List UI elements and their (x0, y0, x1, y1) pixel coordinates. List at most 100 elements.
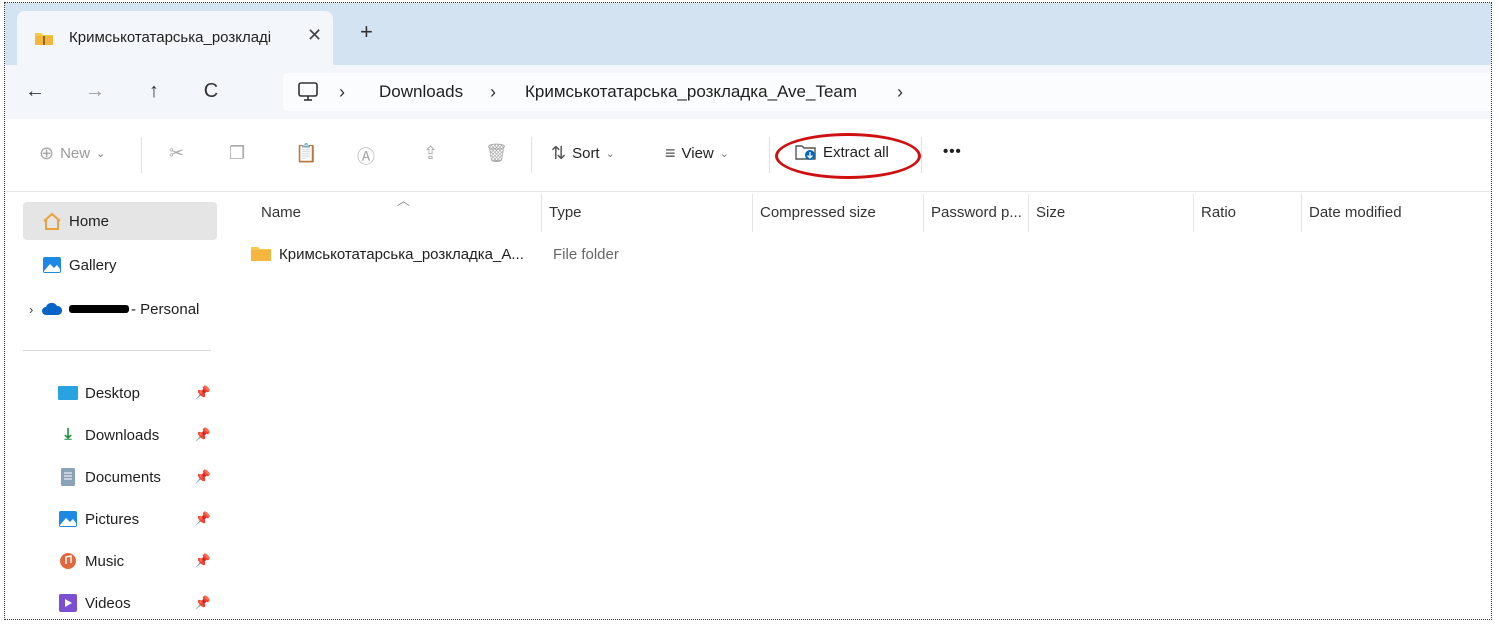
column-divider[interactable] (752, 194, 753, 232)
new-button[interactable]: ⊕ New ⌄ (39, 143, 105, 164)
column-header-password[interactable]: Password p... (931, 204, 1022, 221)
sidebar-item-downloads[interactable]: ⤓ Downloads 📌 (23, 416, 217, 454)
divider (921, 137, 922, 173)
download-icon: ⤓ (64, 426, 72, 443)
breadcrumb-current-folder[interactable]: Кримськотатарська_розкладка_Ave_Team (525, 82, 857, 102)
pin-icon[interactable]: 📌 (195, 553, 211, 569)
column-divider[interactable] (1193, 194, 1194, 232)
sidebar-item-pictures[interactable]: Pictures 📌 (23, 500, 217, 538)
delete-button[interactable]: 🗑 (485, 143, 508, 164)
column-header-ratio[interactable]: Ratio (1201, 204, 1236, 221)
sidebar-item-desktop[interactable]: Desktop 📌 (23, 374, 217, 412)
sidebar-item-music[interactable]: Music 📌 (23, 542, 217, 580)
sidebar-item-documents[interactable]: Documents 📌 (23, 458, 217, 496)
view-label: View (681, 145, 714, 162)
sidebar-item-gallery[interactable]: Gallery (23, 246, 217, 284)
sidebar-item-label: Videos (85, 594, 131, 612)
pin-icon[interactable]: 📌 (195, 511, 211, 527)
pin-icon[interactable]: 📌 (195, 385, 211, 401)
column-header-compressed-size[interactable]: Compressed size (760, 204, 876, 221)
up-button[interactable]: ↑ (138, 75, 170, 107)
list-view-icon: ≡ (665, 143, 676, 163)
divider (23, 350, 211, 351)
pin-icon[interactable]: 📌 (195, 469, 211, 485)
sidebar-item-videos[interactable]: Videos 📌 (23, 584, 217, 619)
back-button[interactable]: ← (19, 75, 51, 107)
trash-icon: 🗑 (485, 143, 508, 163)
sort-arrows-icon: ⇅ (551, 143, 567, 163)
extract-all-label: Extract all (823, 143, 889, 161)
music-icon (57, 551, 79, 571)
tab-bar: Кримськотатарська_розкладі ✕ + (5, 3, 1491, 65)
rename-button[interactable]: Ⓐ (357, 143, 375, 169)
sidebar-item-label: Gallery (69, 256, 117, 274)
rename-icon: Ⓐ (357, 147, 375, 167)
breadcrumb-downloads[interactable]: Downloads (379, 82, 463, 102)
breadcrumb-separator-icon[interactable]: › (490, 82, 496, 103)
column-divider[interactable] (1028, 194, 1029, 232)
sidebar-item-label: Home (69, 212, 110, 230)
file-list: ︿ Name Type Compressed size Password p..… (225, 192, 1491, 619)
extract-folder-icon (795, 145, 816, 160)
chevron-down-icon: ⌄ (605, 148, 615, 160)
sidebar-item-home[interactable]: Home (23, 202, 217, 240)
chevron-right-icon[interactable]: › (29, 302, 33, 317)
column-divider[interactable] (541, 194, 542, 232)
tab-title: Кримськотатарська_розкладі (69, 29, 272, 46)
column-header-type[interactable]: Type (549, 204, 582, 221)
new-tab-button[interactable]: + (360, 19, 373, 45)
cut-button[interactable]: ✂ (169, 143, 184, 164)
more-options-button[interactable]: ••• (943, 143, 962, 160)
extract-all-button[interactable]: Extract all (795, 143, 889, 161)
forward-button[interactable]: → (79, 75, 111, 107)
copy-icon: ❐ (229, 143, 246, 163)
copy-button[interactable]: ❐ (229, 143, 245, 164)
folder-icon (251, 247, 271, 261)
divider (141, 137, 142, 173)
table-row[interactable]: Кримськотатарська_розкладка_A... File fo… (247, 242, 1471, 270)
file-name: Кримськотатарська_розкладка_A... (279, 246, 524, 263)
column-header-name[interactable]: Name (261, 204, 301, 221)
address-bar[interactable]: › Downloads › Кримськотатарська_розкладк… (283, 73, 1491, 111)
sort-label: Sort (572, 145, 600, 162)
onedrive-cloud-icon (41, 299, 63, 319)
sidebar-item-label: Desktop (85, 384, 141, 402)
navigation-pane: Home Gallery › - Personal Desktop 📌 ⤓ Do… (5, 192, 225, 619)
sidebar-item-label: Music (85, 552, 125, 570)
file-explorer-window: Кримськотатарська_розкладі ✕ + ← → ↑ C ›… (4, 2, 1492, 620)
plus-circle-icon: ⊕ (39, 143, 55, 163)
zip-folder-icon (35, 33, 53, 45)
this-pc-icon[interactable] (297, 82, 319, 102)
sort-button[interactable]: ⇅ Sort ⌄ (551, 143, 615, 164)
close-tab-icon[interactable]: ✕ (307, 25, 322, 46)
column-header-date-modified[interactable]: Date modified (1309, 204, 1402, 221)
refresh-button[interactable]: C (195, 75, 227, 107)
column-header-size[interactable]: Size (1036, 204, 1065, 221)
pictures-icon (57, 509, 79, 529)
gallery-icon (41, 255, 63, 275)
share-button[interactable]: ⇪ (423, 143, 438, 164)
scissors-icon: ✂ (169, 143, 185, 163)
divider (769, 137, 770, 173)
sidebar-item-label: Documents (85, 468, 161, 486)
breadcrumb-separator-icon[interactable]: › (897, 82, 903, 103)
desktop-icon (57, 383, 79, 403)
sidebar-item-label: Pictures (85, 510, 140, 528)
sidebar-item-onedrive[interactable]: › - Personal (23, 290, 217, 328)
paste-button[interactable]: 📋 (295, 143, 317, 164)
chevron-down-icon: ⌄ (719, 148, 729, 160)
breadcrumb-separator-icon[interactable]: › (339, 82, 345, 103)
sort-ascending-icon: ︿ (397, 193, 411, 208)
active-tab[interactable]: Кримськотатарська_розкладі ✕ (17, 11, 333, 65)
column-divider[interactable] (1301, 194, 1302, 232)
navigation-bar: ← → ↑ C › Downloads › Кримськотатарська_… (5, 65, 1491, 119)
clipboard-icon: 📋 (295, 143, 318, 163)
divider (531, 137, 532, 173)
file-type: File folder (553, 246, 619, 263)
column-divider[interactable] (923, 194, 924, 232)
view-button[interactable]: ≡ View ⌄ (665, 143, 729, 164)
pin-icon[interactable]: 📌 (195, 595, 211, 611)
pin-icon[interactable]: 📌 (195, 427, 211, 443)
command-bar: ⊕ New ⌄ ✂ ❐ 📋 Ⓐ ⇪ 🗑 ⇅ Sort ⌄ ≡ View ⌄ Ex… (5, 119, 1491, 192)
sidebar-item-label: Downloads (85, 426, 160, 444)
